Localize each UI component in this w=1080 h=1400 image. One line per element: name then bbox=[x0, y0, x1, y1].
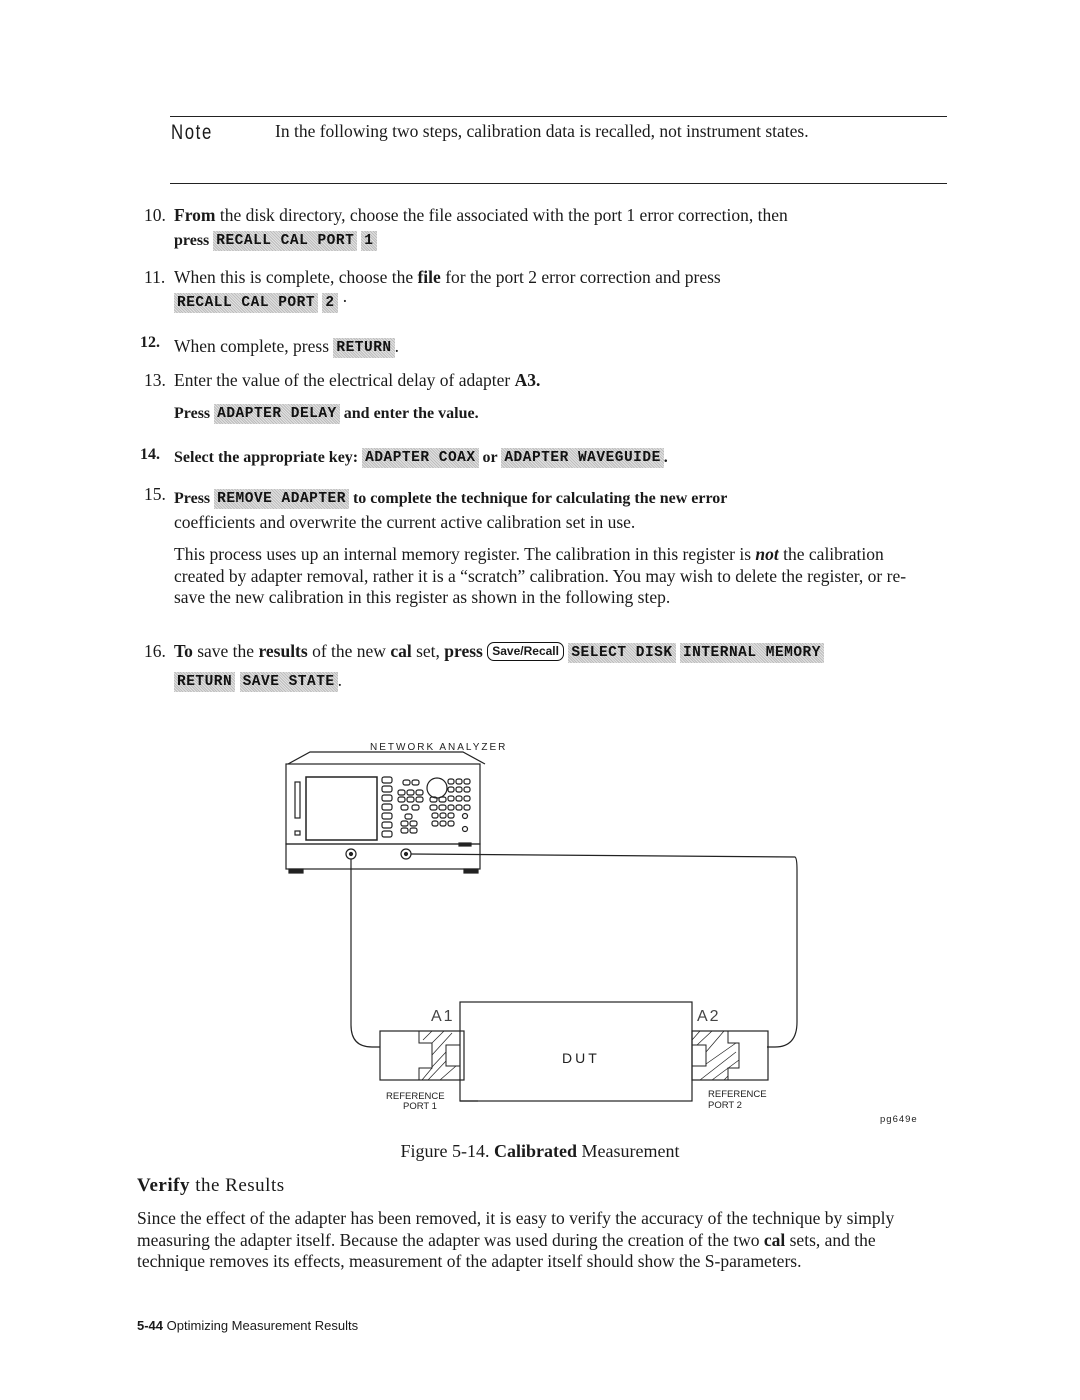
analyzer-lower-panel bbox=[285, 843, 481, 870]
disk-slot bbox=[294, 781, 301, 819]
calibrated-measurement-diagram: NETWORK ANALYZER A1 A2 DUT REFERENCE POR… bbox=[285, 742, 918, 1125]
section-body: Since the effect of the adapter has been… bbox=[137, 1208, 947, 1273]
section-body-bold: cal bbox=[763, 1229, 786, 1250]
softkey-column bbox=[381, 776, 393, 838]
analyzer-foot-right bbox=[463, 868, 479, 874]
adapter-a1-connector bbox=[418, 1030, 461, 1081]
footer-title: Optimizing Measurement Results bbox=[163, 1318, 359, 1333]
adapter-a2-body bbox=[691, 1030, 769, 1081]
disk-led bbox=[294, 830, 301, 836]
analyzer-top-edge bbox=[287, 751, 486, 765]
rotary-knob bbox=[426, 777, 448, 799]
section-heading-bold: Verify bbox=[137, 1175, 190, 1196]
caption-prefix: Figure 5-14. bbox=[400, 1141, 495, 1161]
dut-label: DUT bbox=[562, 1050, 600, 1066]
reference-port-1-line2: PORT 1 bbox=[403, 1101, 437, 1112]
network-analyzer-label: NETWORK ANALYZER bbox=[370, 742, 507, 753]
reference-port-2-line2: PORT 2 bbox=[708, 1100, 742, 1111]
adapter-a1-body bbox=[379, 1030, 465, 1081]
figure-caption: Figure 5-14. Calibrated Measurement bbox=[0, 1141, 1080, 1162]
caption-bold: Calibrated bbox=[494, 1141, 578, 1161]
port-2-cable bbox=[410, 853, 798, 1048]
front-panel-keys bbox=[397, 777, 472, 847]
adapter-a1-hatching bbox=[421, 1030, 457, 1081]
adapter-a1-label: A1 bbox=[431, 1008, 455, 1025]
section-heading: Verify the Results bbox=[137, 1175, 285, 1197]
caption-suffix: Measurement bbox=[577, 1141, 680, 1161]
page-number: 5-44 bbox=[137, 1318, 164, 1333]
port-1-cable bbox=[350, 859, 380, 1048]
analyzer-foot-left bbox=[288, 868, 304, 874]
adapter-a2-hatching bbox=[691, 1030, 740, 1081]
figure-id: pg649e bbox=[880, 1114, 918, 1125]
page-footer: 5-44 Optimizing Measurement Results bbox=[137, 1318, 358, 1333]
adapter-a2-label: A2 bbox=[697, 1008, 721, 1025]
section-heading-rest: the Results bbox=[189, 1175, 285, 1196]
reference-port-2-line1: REFERENCE bbox=[708, 1089, 767, 1100]
analyzer-screen bbox=[305, 776, 378, 841]
